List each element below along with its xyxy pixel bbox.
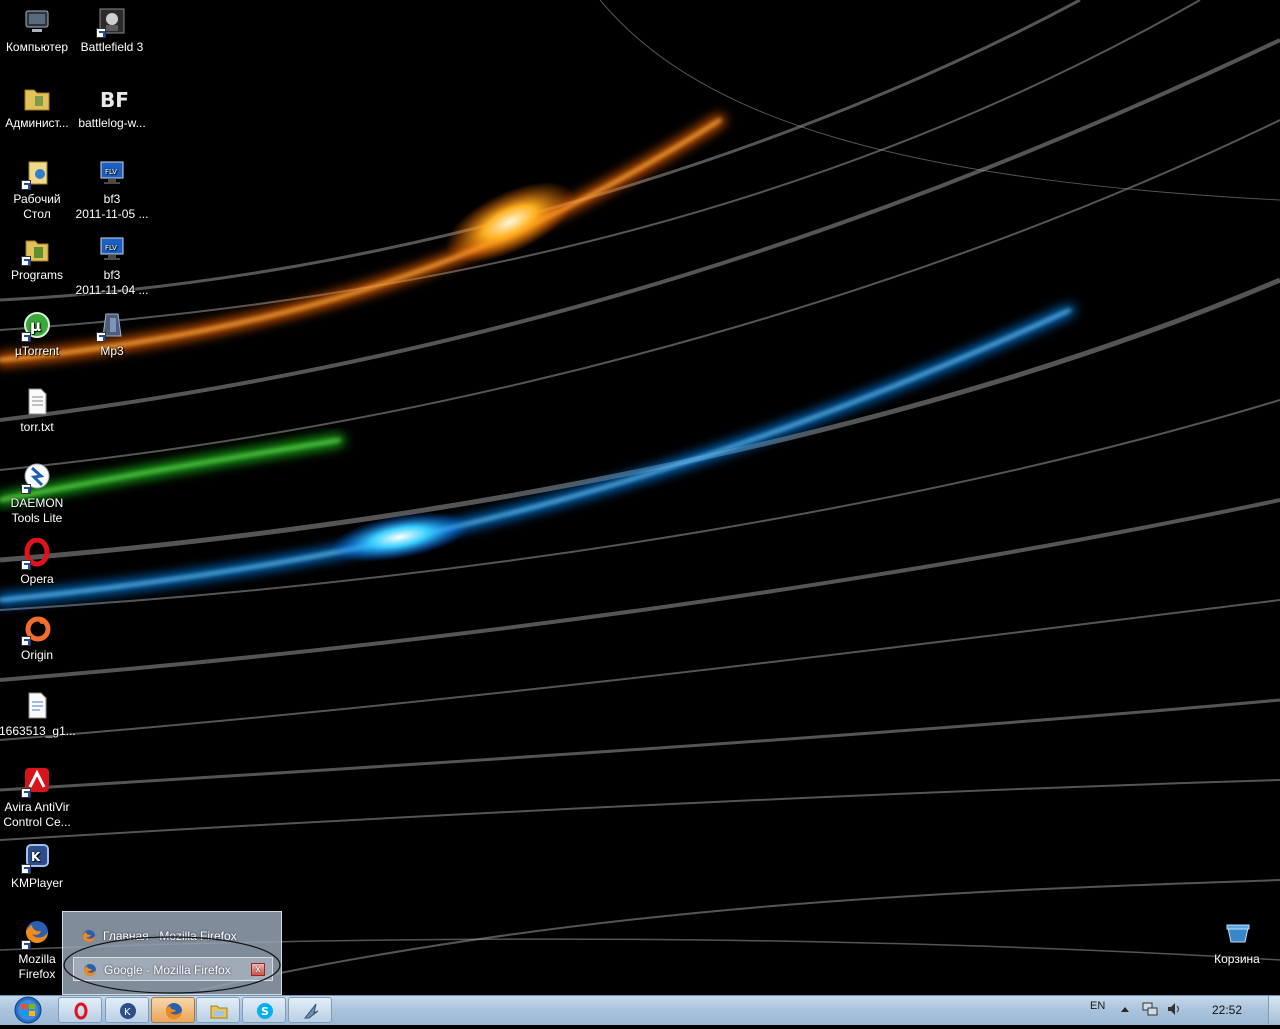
desktop-icon-opera[interactable]: Opera: [0, 537, 75, 587]
taskbar-button-app[interactable]: [288, 997, 332, 1023]
show-hidden-icons-arrow-icon[interactable]: [1120, 1004, 1130, 1016]
shortcut-arrow-icon: [21, 788, 31, 798]
desktop-icon-bf3-video-1[interactable]: FLV bf3 2011-11-05 ...: [74, 158, 150, 222]
desktop-icon-kmplayer[interactable]: K KMPlayer: [0, 842, 75, 891]
skype-icon: S: [257, 1003, 273, 1019]
shortcut-arrow-icon: [21, 484, 31, 494]
desktop-icon-programs[interactable]: Programs: [0, 234, 75, 283]
desktop-icon-battlelog[interactable]: BF battlelog-w...: [74, 82, 150, 131]
svg-text:K: K: [124, 1007, 131, 1018]
network-icon[interactable]: [1142, 1001, 1158, 1017]
origin-icon: [21, 614, 53, 646]
document-icon: [21, 690, 53, 722]
desktop-icon-utorrent[interactable]: µ µTorrent: [0, 310, 75, 359]
feather-app-icon: [303, 1003, 319, 1019]
desktop-icon-daemon-tools[interactable]: DAEMON Tools Lite: [0, 462, 75, 526]
taskbar: K S: [0, 995, 1280, 1025]
taskbar-button-explorer[interactable]: [196, 997, 240, 1023]
shortcut-arrow-icon: [21, 180, 31, 190]
programs-folder-icon: [21, 234, 53, 266]
recycle-bin-icon: [1221, 918, 1253, 950]
clock[interactable]: 22:52: [1205, 1003, 1249, 1017]
desktop-icon-label: DAEMON Tools Lite: [10, 496, 64, 525]
shortcut-arrow-icon: [21, 864, 31, 874]
desktop-icon-label: Рабочий Стол: [13, 192, 61, 221]
desktop-icon-label: Админист...: [5, 116, 69, 130]
firefox-icon: [21, 918, 53, 950]
desktop-icon-origin[interactable]: Origin: [0, 614, 75, 663]
explorer-folder-icon: [210, 1005, 228, 1019]
shortcut-arrow-icon: [21, 256, 31, 266]
desktop-icon-torr-txt[interactable]: torr.txt: [0, 386, 75, 435]
desktop-icon-label: Origin: [20, 648, 53, 662]
kmplayer-icon: K: [21, 842, 53, 874]
shortcut-arrow-icon: [21, 560, 31, 570]
shortcut-arrow-icon: [21, 332, 31, 342]
desktop-wallpaper: [0, 0, 1280, 995]
desktop-icon-label: Battlefield 3: [80, 40, 144, 54]
desktop-icon-administrator[interactable]: Админист...: [0, 82, 75, 131]
language-indicator[interactable]: EN: [1090, 1000, 1105, 1012]
desktop-icon-label: 1663513_g1...: [0, 724, 76, 738]
svg-text:µ: µ: [30, 317, 41, 335]
desktop-icon-label: battlelog-w...: [78, 116, 146, 130]
taskbar-button-firefox[interactable]: [151, 997, 195, 1023]
start-button[interactable]: [4, 996, 48, 1025]
desktop-icon-label: torr.txt: [20, 420, 54, 434]
volume-icon[interactable]: [1166, 1001, 1182, 1017]
desktop-icon-label: Programs: [10, 268, 63, 282]
desktop-icon-computer[interactable]: Компьютер: [0, 6, 75, 55]
user-folder-icon: [21, 82, 53, 114]
svg-text:K: K: [31, 850, 41, 864]
show-desktop-button[interactable]: [1268, 996, 1280, 1024]
svg-text:FLV: FLV: [105, 168, 117, 176]
desktop-icon-avira[interactable]: Avira AntiVir Control Ce...: [0, 766, 75, 830]
shortcut-arrow-icon: [21, 636, 31, 646]
desktop-icon-bf3-video-2[interactable]: FLV bf3 2011-11-04 ...: [74, 234, 150, 298]
start-orb-icon: [14, 996, 42, 1024]
desktop-icon-label: bf3 2011-11-05 ...: [75, 192, 149, 221]
desktop-icon-battlefield-3[interactable]: Battlefield 3: [74, 6, 150, 55]
battlefield-icon: [96, 6, 128, 38]
mp3-folder-icon: [96, 310, 128, 342]
desktop-shortcut-icon: [21, 158, 53, 190]
bf-logo-icon: BF: [96, 82, 129, 114]
shortcut-arrow-icon: [96, 28, 106, 38]
utorrent-icon: µ: [21, 310, 53, 342]
desktop-icon-label: Mp3: [100, 344, 124, 358]
computer-icon: [21, 6, 53, 38]
desktop-icon-label: bf3 2011-11-04 ...: [75, 268, 149, 297]
kmplayer-icon: K: [120, 1003, 136, 1019]
svg-text:FLV: FLV: [105, 244, 117, 252]
desktop-icon-label: KMPlayer: [10, 876, 63, 890]
text-file-icon: [21, 386, 53, 418]
firefox-icon: [166, 1003, 182, 1019]
flv-video-icon: FLV: [96, 158, 128, 190]
shortcut-arrow-icon: [21, 940, 31, 950]
avira-icon: [21, 766, 53, 798]
opera-icon: [74, 1002, 88, 1020]
desktop-icon-label: Компьютер: [5, 40, 69, 54]
svg-text:BF: BF: [100, 88, 128, 112]
desktop-icon-recycle-bin[interactable]: Корзина: [1199, 918, 1275, 967]
desktop-icon-label: Opera: [20, 572, 54, 586]
desktop-icon-mp3[interactable]: Mp3: [74, 310, 150, 359]
taskbar-button-skype[interactable]: S: [242, 997, 286, 1023]
svg-text:S: S: [261, 1005, 269, 1018]
flv-video-icon: FLV: [96, 234, 128, 266]
taskbar-button-kmplayer[interactable]: K: [105, 997, 149, 1023]
opera-icon: [21, 537, 53, 570]
desktop-icon-label: Корзина: [1214, 952, 1260, 966]
shortcut-arrow-icon: [96, 332, 106, 342]
daemon-tools-icon: [21, 462, 53, 494]
taskbar-button-opera[interactable]: [58, 997, 102, 1023]
desktop-icon-label: µTorrent: [14, 344, 60, 358]
desktop-icon-document[interactable]: 1663513_g1...: [0, 690, 76, 739]
desktop-icon-label: Avira AntiVir Control Ce...: [3, 800, 71, 829]
desktop-icon-rabochiy-stol[interactable]: Рабочий Стол: [0, 158, 75, 222]
